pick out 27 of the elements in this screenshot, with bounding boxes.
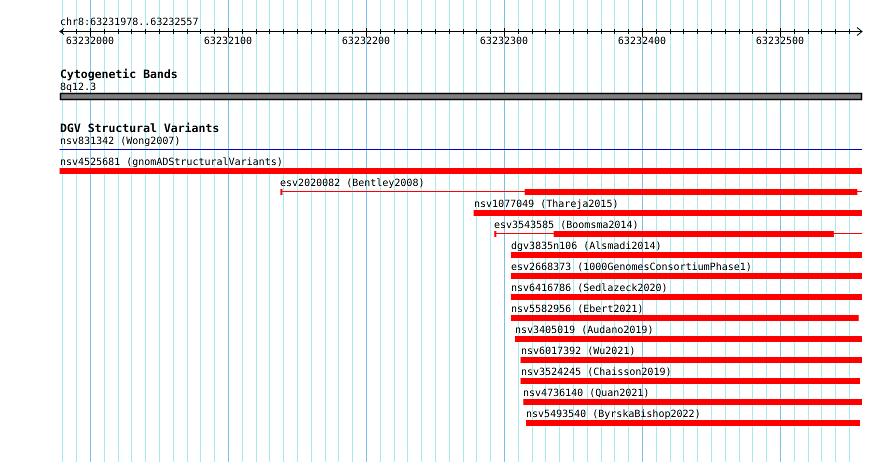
- ruler-tick-label: 63232500: [756, 36, 804, 47]
- variant-label: esv2668373 (1000GenomesConsortiumPhase1): [511, 262, 752, 273]
- cytoband-bar[interactable]: [60, 92, 862, 100]
- variant-label: nsv5582956 (Ebert2021): [511, 304, 644, 315]
- variant-label: esv2020082 (Bentley2008): [280, 178, 424, 189]
- variant-label: nsv4736140 (Quan2021): [523, 388, 650, 399]
- variant-label: nsv1077049 (Thareja2015): [474, 199, 618, 210]
- track-title: Cytogenetic Bands: [60, 67, 178, 81]
- location-label: chr8:63231978..63232557: [60, 17, 198, 28]
- track-title: DGV Structural Variants: [60, 121, 220, 135]
- variant-feature[interactable]: [280, 189, 862, 195]
- ruler-tick-label: 63232100: [204, 36, 252, 47]
- variant-label: dgv3835n106 (Alsmadi2014): [511, 241, 662, 252]
- band-label: 8q12.3: [60, 82, 96, 93]
- variant-label: nsv3405019 (Audano2019): [515, 325, 654, 336]
- variant-label: nsv4525681 (gnomADStructuralVariants): [60, 157, 283, 168]
- variant-label: nsv5493540 (ByrskaBishop2022): [526, 409, 701, 420]
- variant-label: esv3543585 (Boomsma2014): [494, 220, 638, 231]
- ruler-tick-label: 63232000: [66, 36, 114, 47]
- variant-label: nsv6416786 (Sedlazeck2020): [511, 283, 668, 294]
- ruler-tick-label: 63232200: [342, 36, 390, 47]
- variant-label: nsv831342 (Wong2007): [60, 136, 180, 147]
- variant-feature[interactable]: [494, 231, 862, 237]
- variant-label: nsv6017392 (Wu2021): [521, 346, 636, 357]
- variant-label: nsv3524245 (Chaisson2019): [521, 367, 672, 378]
- ruler-tick-label: 63232400: [618, 36, 666, 47]
- ruler-tick-label: 63232300: [480, 36, 528, 47]
